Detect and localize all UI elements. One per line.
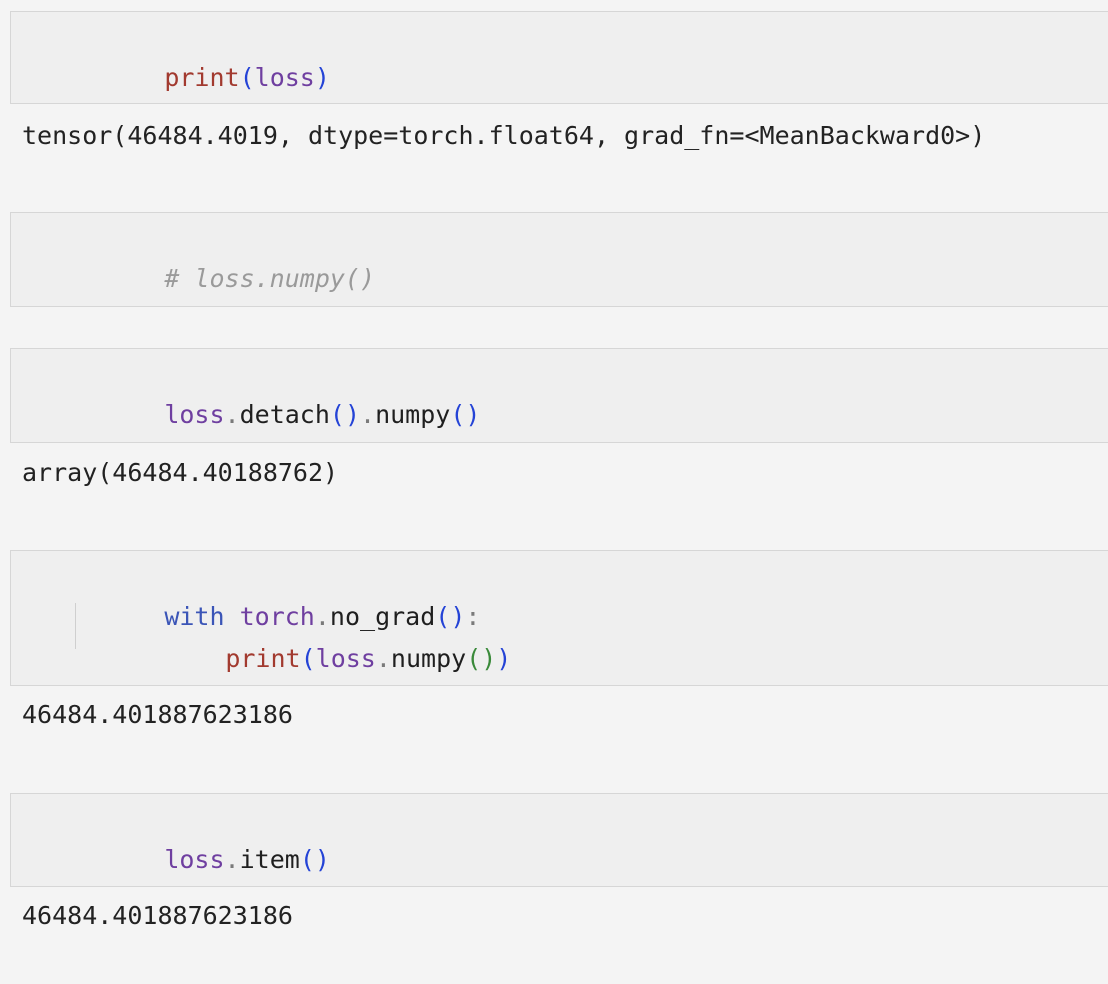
cell-output-1: tensor(46484.4019, dtype=torch.float64, … [22,121,986,150]
code-cell-1[interactable]: print(loss) [10,11,1108,104]
paren: ) [314,63,330,92]
code-cell-2[interactable]: # loss.numpy() [10,212,1108,307]
method-detach: detach [239,400,330,429]
paren: ( [300,644,316,673]
code-comment: # loss.numpy() [164,264,376,293]
code-line: print(loss.numpy()) [135,611,511,673]
code-line: loss.detach().numpy() [74,367,480,429]
code-line: print(loss) [74,30,330,92]
cell-output-4: 46484.401887623186 [22,700,293,729]
method-numpy: numpy [375,400,451,429]
paren: () [466,644,497,673]
paren: ) [496,644,512,673]
paren: () [329,400,361,429]
code-line: # loss.numpy() [74,231,375,293]
builtin-print: print [225,644,301,673]
variable-loss: loss [164,400,225,429]
code-line: loss.item() [74,812,330,874]
variable-loss: loss [254,63,315,92]
cell-output-3: array(46484.40188762) [22,458,339,487]
code-line: with torch.no_grad(): [74,569,480,631]
indent-guide [75,603,76,649]
dot: . [360,400,376,429]
method-numpy: numpy [390,644,467,673]
paren: ( [239,63,255,92]
method-item: item [239,845,300,874]
paren: () [299,845,330,874]
code-cell-5[interactable]: loss.item() [10,793,1108,887]
variable-loss: loss [315,644,376,673]
cell-output-5: 46484.401887623186 [22,901,293,930]
dot: . [224,845,240,874]
code-cell-4[interactable]: with torch.no_grad(): print(loss.numpy()… [10,550,1108,686]
dot: . [375,644,391,673]
paren: () [450,400,481,429]
variable-loss: loss [164,845,225,874]
dot: . [224,400,240,429]
code-cell-3[interactable]: loss.detach().numpy() [10,348,1108,443]
notebook: print(loss) tensor(46484.4019, dtype=tor… [0,0,1108,984]
builtin-print: print [164,63,240,92]
